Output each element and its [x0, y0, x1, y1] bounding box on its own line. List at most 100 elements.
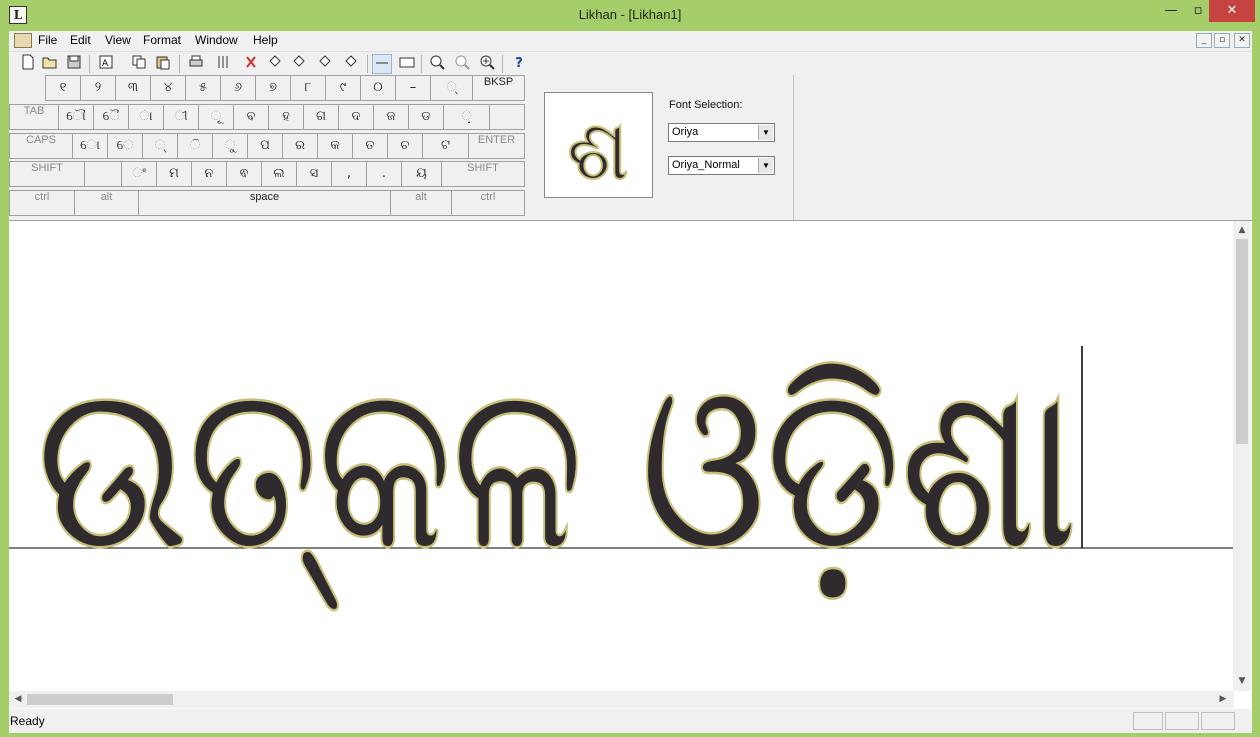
key[interactable]: ଦ [338, 104, 374, 130]
document-icon[interactable] [14, 33, 32, 48]
key[interactable]: ର [282, 133, 318, 159]
help-icon[interactable]: ? [509, 54, 529, 74]
key[interactable]: ା [128, 104, 164, 130]
key[interactable]: ୟ [401, 161, 442, 187]
key[interactable]: ୀ [163, 104, 199, 130]
key[interactable]: ୌ [58, 104, 94, 130]
shift-left-key[interactable]: SHIFT [9, 161, 85, 187]
key[interactable]: ୩ [115, 75, 151, 101]
title-bar[interactable]: L Likhan - [Likhan1] — ▫ ✕ [0, 0, 1260, 30]
save-icon[interactable] [64, 54, 84, 74]
menu-format[interactable]: Format [143, 33, 181, 47]
key[interactable]: ଡ [408, 104, 444, 130]
key[interactable]: େ [107, 133, 143, 159]
ctrl-left-key[interactable]: ctrl [9, 190, 75, 216]
key[interactable]: ୍ [430, 75, 473, 101]
close-button[interactable]: ✕ [1209, 0, 1255, 22]
key[interactable]: ୨ [80, 75, 116, 101]
paint-bucket-icon[interactable] [341, 54, 361, 74]
key[interactable]: ି [177, 133, 213, 159]
menu-window[interactable]: Window [195, 33, 238, 47]
line-icon[interactable] [372, 54, 392, 74]
maximize-button[interactable]: ▫ [1185, 0, 1211, 22]
doc-minimize-button[interactable]: _ [1196, 33, 1212, 48]
key[interactable]: ୬ [220, 75, 256, 101]
key[interactable]: ବ [233, 104, 269, 130]
doc-restore-button[interactable]: ▫ [1214, 33, 1230, 48]
key[interactable]: ତ [352, 133, 388, 159]
key[interactable]: ୪ [150, 75, 186, 101]
key[interactable]: ଜ [373, 104, 409, 130]
font-style-select[interactable]: Oriya_Normal ▼ [668, 156, 775, 175]
vertical-scroll-thumb[interactable] [1236, 239, 1248, 444]
key[interactable]: ସ [296, 161, 332, 187]
horizontal-scrollbar[interactable]: ◀ ▶ [9, 691, 1234, 708]
menu-edit[interactable]: Edit [70, 33, 91, 47]
key[interactable]: ୦ [360, 75, 396, 101]
key[interactable]: ପ [247, 133, 283, 159]
scroll-down-icon[interactable]: ▼ [1234, 673, 1250, 689]
key[interactable]: ଲ [261, 161, 297, 187]
key[interactable]: ଵ [226, 161, 262, 187]
key[interactable]: . [366, 161, 402, 187]
paint-bucket-icon[interactable] [315, 54, 335, 74]
keyboard-icon[interactable] [397, 54, 417, 74]
menu-file[interactable]: File [38, 33, 57, 47]
key[interactable]: ୮ [290, 75, 326, 101]
zoom-in-icon[interactable] [477, 54, 497, 74]
font-icon[interactable]: A [96, 54, 116, 74]
document-canvas[interactable]: ଉତ୍କଳ ଓଡ଼ିଶା [9, 220, 1252, 710]
chevron-down-icon[interactable]: ▼ [758, 158, 773, 173]
open-folder-icon[interactable] [40, 54, 60, 74]
space-key[interactable]: space [138, 190, 391, 216]
key[interactable]: ମ [156, 161, 192, 187]
backspace-key[interactable]: BKSP [472, 75, 525, 101]
menu-help[interactable]: Help [253, 33, 278, 47]
key[interactable] [489, 104, 525, 130]
key[interactable]: ହ [268, 104, 304, 130]
minimize-button[interactable]: — [1157, 0, 1185, 22]
zoom-icon[interactable] [452, 54, 472, 74]
alt-left-key[interactable]: alt [74, 190, 139, 216]
paste-icon[interactable] [153, 54, 173, 74]
chevron-down-icon[interactable]: ▼ [758, 125, 773, 140]
clear-format-icon[interactable] [241, 54, 261, 74]
key[interactable]: ଂ [121, 161, 157, 187]
print-icon[interactable] [186, 54, 206, 74]
key[interactable]: ୧ [45, 75, 81, 101]
scroll-left-icon[interactable]: ◀ [10, 691, 26, 707]
zoom-out-icon[interactable] [427, 54, 447, 74]
new-file-icon[interactable] [18, 54, 38, 74]
ctrl-right-key[interactable]: ctrl [451, 190, 525, 216]
enter-key[interactable]: ENTER [468, 133, 525, 159]
key[interactable]: ୁ [212, 133, 248, 159]
horizontal-scroll-thumb[interactable] [27, 694, 173, 705]
key[interactable]: – [395, 75, 431, 101]
key[interactable]: ନ [191, 161, 227, 187]
key[interactable]: ଟ [422, 133, 469, 159]
key[interactable]: ୫ [185, 75, 221, 101]
key[interactable]: ୈ [93, 104, 129, 130]
shift-right-key[interactable]: SHIFT [441, 161, 525, 187]
font-select[interactable]: Oriya ▼ [668, 123, 775, 142]
key[interactable]: ୍ [142, 133, 178, 159]
copy-icon[interactable] [129, 54, 149, 74]
key[interactable]: କ [317, 133, 353, 159]
key[interactable]: ୯ [325, 75, 361, 101]
key[interactable]: ଼ [443, 104, 490, 130]
key[interactable]: ୂ [198, 104, 234, 130]
key[interactable]: ୭ [255, 75, 291, 101]
tab-key[interactable]: TAB [9, 104, 59, 130]
key[interactable]: ଚ [387, 133, 423, 159]
paint-bucket-icon[interactable] [289, 54, 309, 74]
caps-key[interactable]: CAPS [9, 133, 73, 159]
paint-bucket-icon[interactable] [265, 54, 285, 74]
doc-close-button[interactable]: ✕ [1234, 33, 1250, 48]
columns-icon[interactable] [214, 54, 234, 74]
vertical-scrollbar[interactable]: ▲ ▼ [1233, 221, 1251, 691]
alt-right-key[interactable]: alt [390, 190, 452, 216]
key[interactable]: ଗ [303, 104, 339, 130]
key[interactable]: ୋ [72, 133, 108, 159]
scroll-right-icon[interactable]: ▶ [1215, 691, 1231, 707]
menu-view[interactable]: View [105, 33, 131, 47]
